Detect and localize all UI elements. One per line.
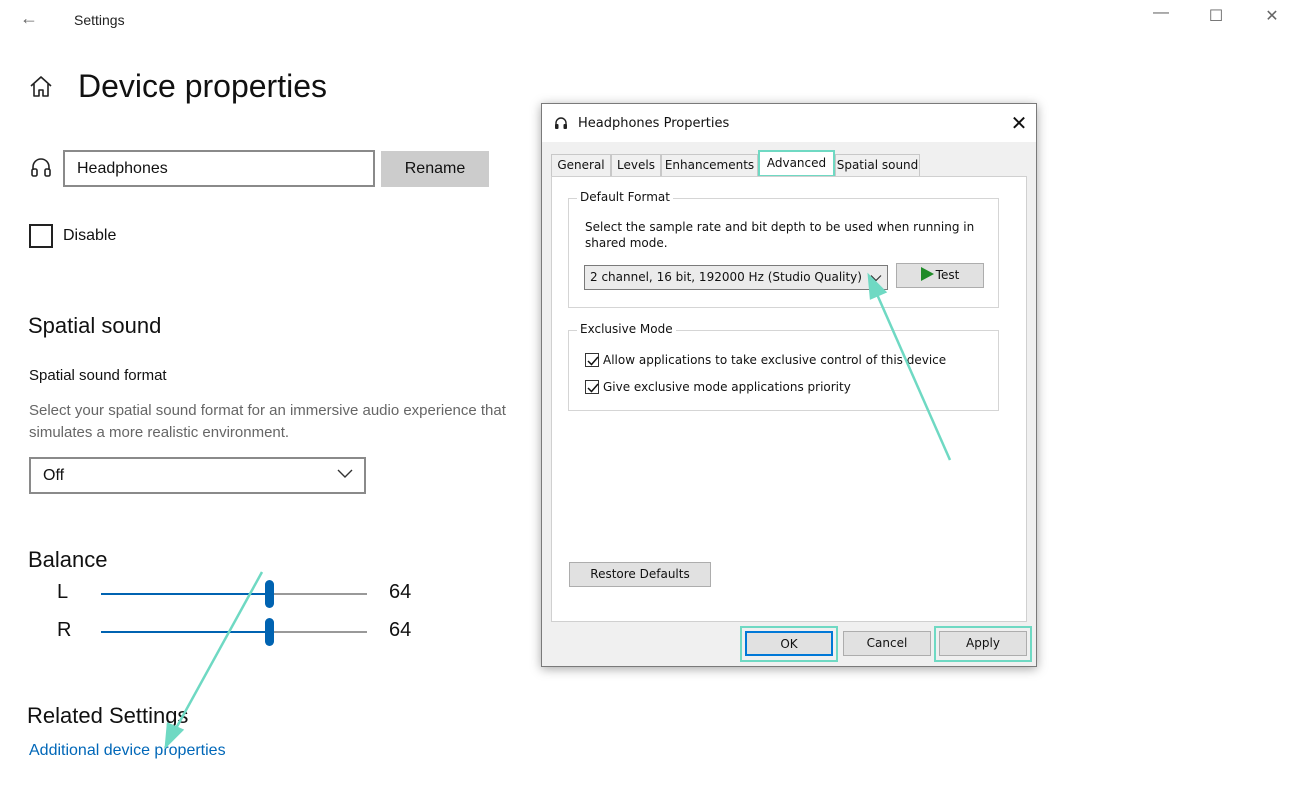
default-format-select[interactable]: 2 channel, 16 bit, 192000 Hz (Studio Qua… [584,265,888,290]
headphones-properties-dialog: Headphones Properties ✕ General Levels E… [541,103,1037,667]
apply-button[interactable]: Apply [939,631,1027,656]
exclusive-priority-row[interactable]: Give exclusive mode applications priorit… [585,380,851,394]
tab-levels[interactable]: Levels [611,154,661,176]
balance-left-label: L [57,581,69,603]
page-title: Device properties [78,68,327,104]
exclusive-mode-label: Exclusive Mode [577,322,676,336]
back-arrow-icon[interactable]: ← [20,8,38,29]
tab-general[interactable]: General [551,154,611,176]
ok-button[interactable]: OK [745,631,833,656]
spatial-sound-heading: Spatial sound [28,313,162,338]
chevron-down-icon [870,275,882,282]
balance-left-track-filled [101,593,269,595]
app-title: Settings [74,12,125,28]
balance-heading: Balance [28,547,108,572]
dialog-titlebar: Headphones Properties ✕ [542,104,1036,142]
advanced-tab-panel: Default Format Select the sample rate an… [551,176,1027,622]
allow-exclusive-row[interactable]: Allow applications to take exclusive con… [585,353,946,367]
headphones-icon [555,117,567,129]
balance-left-slider-thumb[interactable] [265,580,274,608]
close-icon[interactable]: ✕ [1257,6,1287,26]
balance-right-slider-thumb[interactable] [265,618,274,646]
default-format-group: Default Format Select the sample rate an… [568,190,999,308]
tab-advanced[interactable]: Advanced [758,150,835,177]
close-icon[interactable]: ✕ [1008,111,1030,135]
default-format-description: Select the sample rate and bit depth to … [585,220,975,250]
spatial-description: Select your spatial sound format for an … [29,402,506,441]
exclusive-mode-group: Exclusive Mode Allow applications to tak… [568,322,999,411]
home-icon[interactable] [28,74,54,100]
dialog-title: Headphones Properties [578,116,730,131]
balance-right-label: R [57,619,72,641]
balance-left-track[interactable] [269,593,367,595]
tab-enhancements[interactable]: Enhancements [661,154,758,176]
test-button[interactable]: Test [896,263,984,288]
balance-right-track-filled [101,631,269,633]
checkmark-icon [587,383,599,393]
device-name-input[interactable] [63,150,375,187]
headphones-icon [31,158,51,177]
maximize-icon[interactable]: ☐ [1201,6,1231,26]
balance-right-value: 64 [389,619,412,641]
balance-right-track[interactable] [269,631,367,633]
cancel-button[interactable]: Cancel [843,631,931,656]
balance-left-value: 64 [389,581,412,603]
rename-button[interactable]: Rename [381,151,489,187]
spatial-format-select[interactable]: Off [29,457,366,494]
play-icon [920,267,934,281]
default-format-label: Default Format [577,190,673,204]
test-label: Test [935,268,960,282]
disable-checkbox[interactable] [29,224,53,248]
minimize-icon[interactable]: — [1146,4,1176,22]
additional-device-properties-link[interactable]: Additional device properties [29,742,226,760]
exclusive-priority-checkbox[interactable] [585,380,599,394]
disable-label: Disable [63,227,117,244]
exclusive-priority-label: Give exclusive mode applications priorit… [603,380,851,394]
spatial-format-label: Spatial sound format [29,367,167,384]
tab-spatial-sound[interactable]: Spatial sound [835,154,920,176]
checkmark-icon [587,356,599,366]
allow-exclusive-label: Allow applications to take exclusive con… [603,353,947,367]
default-format-value: 2 channel, 16 bit, 192000 Hz (Studio Qua… [590,270,862,284]
restore-defaults-button[interactable]: Restore Defaults [569,562,711,587]
chevron-down-icon [337,469,353,478]
allow-exclusive-checkbox[interactable] [585,353,599,367]
related-settings-heading: Related Settings [27,703,189,728]
spatial-format-value: Off [43,467,65,484]
